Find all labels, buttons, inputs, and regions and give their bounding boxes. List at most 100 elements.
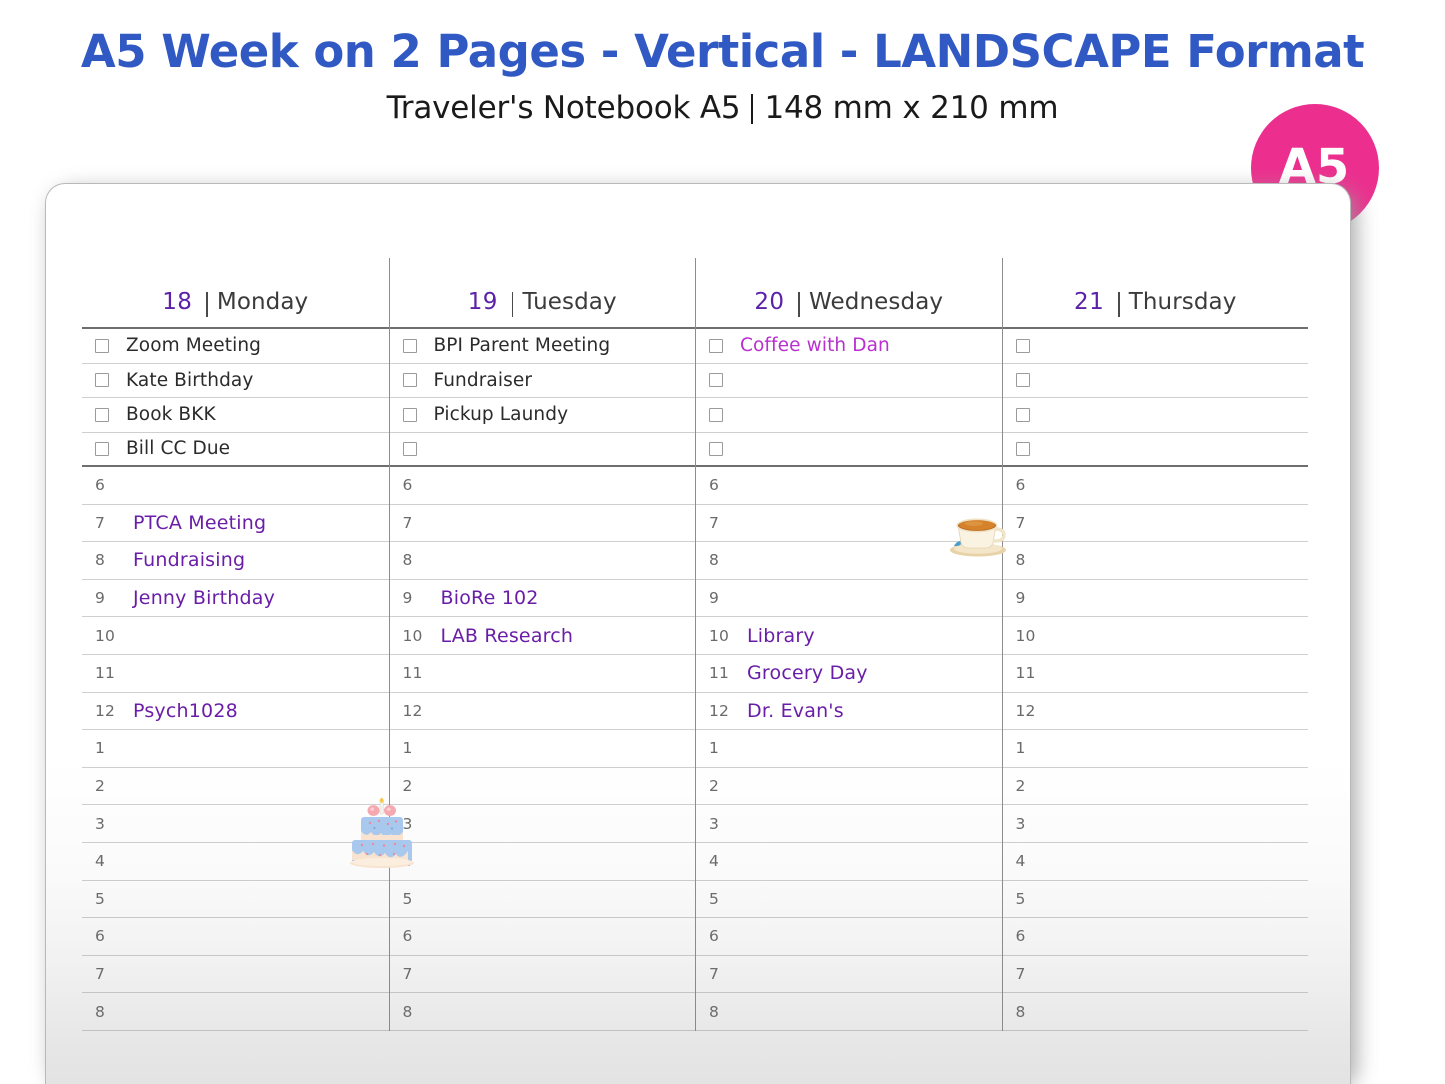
task-label[interactable]: Bill CC Due xyxy=(126,438,230,459)
hour-row[interactable]: 8 xyxy=(389,993,695,1031)
checkbox-icon[interactable] xyxy=(95,407,109,422)
task-row[interactable] xyxy=(1002,364,1308,398)
hour-row[interactable]: 9 BioRe 102 xyxy=(389,580,695,618)
task-label[interactable]: Fundraiser xyxy=(434,370,533,391)
task-row[interactable]: Fundraiser xyxy=(389,364,695,398)
task-row[interactable] xyxy=(1002,433,1308,467)
task-row[interactable]: Zoom Meeting xyxy=(82,329,389,364)
hour-row[interactable]: 4 xyxy=(82,843,389,881)
hour-row[interactable]: 3 xyxy=(1002,805,1308,843)
hour-row[interactable]: 7 xyxy=(389,956,695,994)
hour-row[interactable]: 7 PTCA Meeting xyxy=(82,505,389,543)
task-row[interactable] xyxy=(1002,398,1308,433)
hour-row[interactable]: 7 xyxy=(696,956,1002,994)
checkbox-icon[interactable] xyxy=(402,338,417,353)
hour-row[interactable]: 5 xyxy=(389,881,695,919)
task-label[interactable]: Book BKK xyxy=(126,404,216,425)
checkbox-icon[interactable] xyxy=(1015,441,1030,456)
hour-row[interactable]: 7 xyxy=(1002,505,1308,543)
hour-row[interactable]: 6 xyxy=(82,467,389,505)
task-label[interactable]: BPI Parent Meeting xyxy=(434,335,611,356)
hour-row[interactable]: 7 xyxy=(82,956,389,994)
task-row[interactable]: Book BKK xyxy=(82,398,389,433)
hour-row[interactable]: 4 xyxy=(389,843,695,881)
hour-row[interactable]: 6 xyxy=(389,467,695,505)
hour-row[interactable]: 11 xyxy=(1002,655,1308,693)
checkbox-icon[interactable] xyxy=(95,373,109,388)
hour-row[interactable]: 1 xyxy=(696,730,1002,768)
hour-row[interactable]: 1 xyxy=(1002,730,1308,768)
checkbox-icon[interactable] xyxy=(402,407,417,422)
checkbox-icon[interactable] xyxy=(709,407,723,422)
hour-row[interactable]: 5 xyxy=(1002,881,1308,919)
checkbox-icon[interactable] xyxy=(402,373,417,388)
hour-row[interactable]: 6 xyxy=(696,467,1002,505)
task-row[interactable] xyxy=(696,398,1002,433)
hour-row[interactable]: 4 xyxy=(1002,843,1308,881)
hour-row[interactable]: 12 xyxy=(389,693,695,731)
task-row[interactable]: BPI Parent Meeting xyxy=(389,329,695,364)
hour-row[interactable]: 8 xyxy=(389,542,695,580)
hour-row[interactable]: 6 xyxy=(1002,918,1308,956)
hour-row[interactable]: 9 xyxy=(696,580,1002,618)
task-label[interactable]: Coffee with Dan xyxy=(740,335,890,356)
hour-row[interactable]: 7 xyxy=(1002,956,1308,994)
hour-row[interactable]: 6 xyxy=(389,918,695,956)
hour-entry[interactable]: Psych1028 xyxy=(133,700,238,722)
checkbox-icon[interactable] xyxy=(709,373,723,388)
hour-entry[interactable]: Grocery Day xyxy=(747,662,868,684)
hour-row[interactable]: 12 Psych1028 xyxy=(82,693,389,731)
hour-row[interactable]: 12 xyxy=(1002,693,1308,731)
checkbox-icon[interactable] xyxy=(402,441,417,456)
hour-entry[interactable]: Fundraising xyxy=(133,549,245,571)
hour-row[interactable]: 7 xyxy=(696,505,1002,543)
hour-row[interactable]: 1 xyxy=(82,730,389,768)
hour-row[interactable]: 9 xyxy=(1002,580,1308,618)
checkbox-icon[interactable] xyxy=(95,338,109,353)
hour-row[interactable]: 9 Jenny Birthday xyxy=(82,580,389,618)
checkbox-icon[interactable] xyxy=(1015,338,1030,353)
hour-row[interactable]: 2 xyxy=(696,768,1002,806)
hour-row[interactable]: 4 xyxy=(696,843,1002,881)
task-label[interactable]: Pickup Laundy xyxy=(434,404,569,425)
hour-row[interactable]: 8 xyxy=(82,993,389,1031)
hour-row[interactable]: 8 xyxy=(1002,542,1308,580)
task-row[interactable]: Pickup Laundy xyxy=(389,398,695,433)
hour-entry[interactable]: Library xyxy=(747,625,815,647)
hour-row[interactable]: 2 xyxy=(82,768,389,806)
hour-row[interactable]: 11 xyxy=(82,655,389,693)
hour-entry[interactable]: BioRe 102 xyxy=(441,587,539,609)
hour-row[interactable]: 11 Grocery Day xyxy=(696,655,1002,693)
hour-row[interactable]: 2 xyxy=(1002,768,1308,806)
checkbox-icon[interactable] xyxy=(709,441,723,456)
task-row[interactable]: Kate Birthday xyxy=(82,364,389,398)
hour-row[interactable]: 12 Dr. Evan's xyxy=(696,693,1002,731)
task-row[interactable] xyxy=(389,433,695,467)
task-label[interactable]: Zoom Meeting xyxy=(126,335,261,356)
hour-row[interactable]: 10 Library xyxy=(696,617,1002,655)
checkbox-icon[interactable] xyxy=(709,338,723,353)
hour-row[interactable]: 10 xyxy=(82,617,389,655)
hour-row[interactable]: 11 xyxy=(389,655,695,693)
hour-entry[interactable]: PTCA Meeting xyxy=(133,512,266,534)
hour-entry[interactable]: Jenny Birthday xyxy=(133,587,275,609)
hour-row[interactable]: 8 xyxy=(696,993,1002,1031)
hour-row[interactable]: 6 xyxy=(1002,467,1308,505)
hour-row[interactable]: 7 xyxy=(389,505,695,543)
hour-row[interactable]: 10 LAB Research xyxy=(389,617,695,655)
hour-row[interactable]: 3 xyxy=(696,805,1002,843)
hour-row[interactable]: 8 xyxy=(696,542,1002,580)
hour-row[interactable]: 2 xyxy=(389,768,695,806)
hour-row[interactable]: 8 xyxy=(1002,993,1308,1031)
hour-entry[interactable]: LAB Research xyxy=(441,625,574,647)
hour-entry[interactable]: Dr. Evan's xyxy=(747,700,844,722)
task-row[interactable] xyxy=(696,364,1002,398)
task-row[interactable] xyxy=(696,433,1002,467)
hour-row[interactable]: 3 xyxy=(389,805,695,843)
task-row[interactable]: Coffee with Dan xyxy=(696,329,1002,364)
task-label[interactable]: Kate Birthday xyxy=(126,370,253,391)
hour-row[interactable]: 6 xyxy=(82,918,389,956)
task-row[interactable] xyxy=(1002,329,1308,364)
hour-row[interactable]: 1 xyxy=(389,730,695,768)
hour-row[interactable]: 6 xyxy=(696,918,1002,956)
